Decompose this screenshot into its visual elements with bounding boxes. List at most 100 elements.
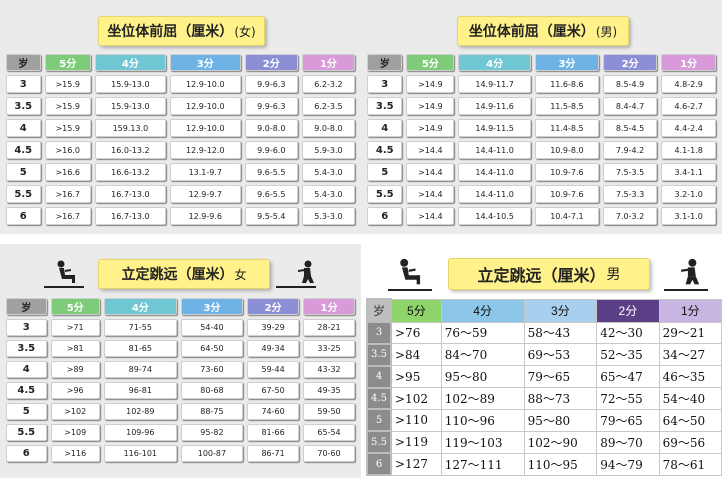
table-row: 3.5 >15.9 15.9-13.0 12.9-10.0 9.9-6.3 6.2-3.5 [6, 97, 355, 115]
age-cell: 4.5 [366, 386, 392, 411]
table-row: 4 >15.9 159.13.0 12.9-10.0 9.0-8.0 9.0-8.0 [6, 119, 355, 137]
age-header: 岁 [6, 298, 47, 315]
score-cell: 10.9-7.6 [535, 163, 599, 181]
score-cell: 7.5-3.3 [602, 185, 658, 203]
score-cell: 4.4-2.4 [661, 119, 716, 137]
score-cell: 15.9-13.0 [94, 97, 166, 115]
score-cell: 109-96 [103, 424, 177, 441]
score-cell: 14.9-11.5 [458, 119, 532, 137]
score-cell: >81 [50, 340, 100, 357]
table-title: 坐位体前屈（厘米） (女) [98, 16, 265, 46]
score-cell: 14.9-11.7 [458, 75, 532, 93]
score-cell: 64-50 [180, 340, 244, 357]
underline-divider [664, 289, 708, 291]
age-cell: 5 [366, 408, 392, 433]
score-cell: 16.7-13.0 [94, 185, 166, 203]
score-cell: 49-35 [303, 382, 355, 399]
table-row: 4.5 >14.4 14.4-11.0 10.9-8.0 7.9-4.2 4.1-1.8 [367, 141, 716, 159]
score-cell: 12.9-10.0 [169, 97, 241, 115]
age-header: 岁 [367, 54, 403, 71]
age-cell: 3 [366, 321, 392, 345]
score-cell: 86-71 [247, 445, 300, 462]
score-cell: 127～111 [440, 452, 525, 476]
score-cell: 69～56 [658, 430, 722, 454]
table-title: 立定跳远（厘米）女 [98, 259, 270, 289]
score-cell: 3.1-1.0 [661, 207, 716, 225]
age-cell: 3.5 [6, 97, 41, 115]
score-cell: 89-74 [103, 361, 177, 378]
score-header: 5分 [390, 298, 442, 323]
score-cell: 84～70 [440, 343, 525, 367]
score-cell: 39-29 [247, 319, 300, 336]
underline-divider [388, 289, 432, 291]
age-header: 岁 [366, 297, 392, 324]
score-cell: 59-44 [247, 361, 300, 378]
score-cell: >14.9 [406, 119, 455, 137]
table-title: 坐位体前屈（厘米） (男) [457, 16, 629, 46]
age-cell: 3 [6, 75, 41, 93]
score-cell: >14.4 [406, 141, 455, 159]
age-cell: 5.5 [6, 424, 47, 441]
score-cell: >102 [390, 387, 442, 410]
sit-reach-female-panel: 坐位体前屈（厘米） (女) 岁 5分 4分 3分 2分 1分 3 >15.9 15.9-13.0 1… [0, 0, 361, 234]
table-row: 3.5 >81 81-65 64-50 49-34 33-25 [6, 340, 355, 357]
score-header: 3分 [523, 298, 598, 323]
score-cell: >16.7 [44, 185, 91, 203]
age-cell: 6 [367, 207, 403, 225]
score-header: 2分 [596, 298, 660, 323]
score-cell: 102-89 [103, 403, 177, 420]
table-title: 立定跳远（厘米）男 [448, 258, 650, 290]
score-cell: 95～80 [440, 365, 525, 389]
score-cell: 59-50 [303, 403, 355, 420]
score-cell: 34～27 [658, 343, 722, 367]
long-jump-male-panel: 立定跳远（厘米）男 岁 5分 4分 3分 2分 1分 3 >76 76～59 58～43 42～30… [366, 244, 722, 478]
score-header: 5分 [406, 54, 455, 71]
age-cell: 6 [6, 207, 41, 225]
age-cell: 4 [6, 361, 47, 378]
score-cell: 29～21 [658, 321, 722, 345]
score-cell: 5.4-3.0 [301, 185, 355, 203]
score-header: 1分 [658, 298, 722, 323]
score-cell: >15.9 [44, 75, 91, 93]
score-header: 5分 [50, 298, 100, 315]
score-cell: >102 [50, 403, 100, 420]
gender-label: 男 [606, 267, 621, 283]
score-cell: >16.0 [44, 141, 91, 159]
score-cell: 65-54 [303, 424, 355, 441]
score-cell: 8.4-4.7 [602, 97, 658, 115]
score-cell: 54-40 [180, 319, 244, 336]
table-row: 4.5 >102 102～89 88～73 72～55 54～40 [366, 386, 722, 411]
age-cell: 6 [366, 452, 392, 476]
score-cell: 8.5-4.5 [602, 119, 658, 137]
score-cell: >89 [50, 361, 100, 378]
score-cell: 4.8-2.9 [661, 75, 716, 93]
score-cell: 72～55 [596, 387, 660, 410]
table-row: 3.5 >84 84～70 69～53 52～35 34～27 [366, 342, 722, 367]
score-cell: 95～80 [523, 408, 598, 432]
score-cell: 71-55 [103, 319, 177, 336]
score-cell: >14.4 [406, 207, 455, 225]
score-cell: 15.9-13.0 [94, 75, 166, 93]
score-cell: 5.9-3.0 [301, 141, 355, 159]
header-row: 岁 5分 4分 3分 2分 1分 [6, 54, 355, 71]
score-header: 2分 [244, 54, 298, 71]
score-cell: 5.3-3.0 [301, 207, 355, 225]
score-cell: 81-65 [103, 340, 177, 357]
score-header: 3分 [535, 54, 599, 71]
score-cell: 14.4-11.0 [458, 163, 532, 181]
score-cell: 73-60 [180, 361, 244, 378]
table-row: 5 >16.6 16.6-13.2 13.1-9.7 9.6-5.5 5.4-3.0 [6, 163, 355, 181]
score-cell: >71 [50, 319, 100, 336]
table-row: 6 >116 116-101 100-87 86-71 70-60 [6, 445, 355, 462]
score-cell: 10.9-7.6 [535, 185, 599, 203]
table-row: 5.5 >119 119～103 102～90 89～70 69～56 [366, 430, 722, 455]
gender-label: (男) [595, 24, 618, 39]
age-cell: 3 [6, 319, 47, 336]
sitting-figure-icon [52, 260, 82, 286]
score-cell: 14.9-11.6 [458, 97, 532, 115]
table-row: 3 >15.9 15.9-13.0 12.9-10.0 9.9-6.3 6.2-3.2 [6, 75, 355, 93]
score-cell: 7.9-4.2 [602, 141, 658, 159]
table-row: 5.5 >14.4 14.4-11.0 10.9-7.6 7.5-3.3 3.2-1.0 [367, 185, 716, 203]
score-cell: 12.9-9.6 [169, 207, 241, 225]
score-cell: >127 [390, 452, 442, 476]
